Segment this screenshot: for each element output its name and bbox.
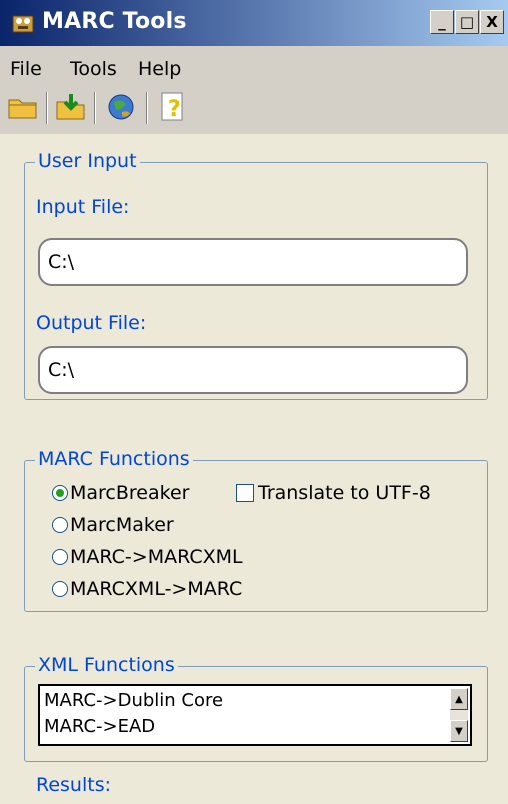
scroll-up-button[interactable]: ▲ [450, 688, 468, 710]
minimize-icon: _ [438, 13, 446, 31]
open-folder-icon[interactable] [6, 90, 40, 124]
toolbar-separator [146, 92, 148, 124]
radio-label: MarcBreaker [70, 482, 190, 504]
close-button[interactable]: X [480, 10, 504, 34]
globe-icon[interactable] [104, 90, 138, 124]
radio-marcxml-to-marc[interactable]: MARCXML->MARC [52, 578, 242, 600]
output-file-value: C:\ [48, 359, 75, 381]
marc-tools-window: MARC Tools _ □ X File Tools Help ? User … [0, 0, 508, 804]
scroll-down-button[interactable]: ▼ [450, 720, 468, 742]
toolbar: ? [0, 84, 508, 134]
arrow-down-icon: ▼ [455, 725, 463, 737]
radio-label: MARCXML->MARC [70, 578, 243, 600]
maximize-button[interactable]: □ [455, 10, 479, 34]
menu-bar: File Tools Help [0, 46, 508, 84]
window-title: MARC Tools [42, 9, 187, 34]
radio-button[interactable] [52, 581, 68, 597]
minimize-button[interactable]: _ [430, 10, 454, 34]
radio-marc-to-marcxml[interactable]: MARC->MARCXML [52, 546, 243, 568]
radio-selected-dot [56, 489, 64, 497]
radio-label: MARC->MARCXML [70, 546, 243, 568]
arrow-up-icon: ▲ [455, 693, 463, 705]
radio-marcbreaker[interactable]: MarcBreaker [52, 482, 189, 504]
listbox-scrollbar[interactable]: ▲ ▼ [450, 688, 468, 742]
input-file-label: Input File: [36, 196, 130, 218]
output-file-label: Output File: [36, 312, 147, 334]
user-input-group-title: User Input [35, 150, 140, 172]
radio-label: MarcMaker [70, 514, 174, 536]
list-item[interactable]: MARC->Dublin Core [44, 690, 223, 711]
xml-functions-group-title: XML Functions [35, 654, 178, 676]
input-file-field[interactable]: C:\ [38, 238, 468, 286]
app-icon [12, 15, 34, 33]
radio-marcmaker[interactable]: MarcMaker [52, 514, 174, 536]
radio-button[interactable] [52, 485, 68, 501]
results-label: Results: [36, 774, 112, 796]
menu-file[interactable]: File [10, 58, 42, 80]
toolbar-separator [94, 92, 96, 124]
marc-functions-group-title: MARC Functions [35, 448, 193, 470]
translate-utf8-checkbox[interactable] [236, 484, 254, 502]
menu-help[interactable]: Help [138, 58, 181, 80]
help-icon[interactable]: ? [156, 90, 190, 124]
translate-utf8-checkbox-row[interactable]: Translate to UTF-8 [236, 482, 431, 504]
close-icon: X [486, 13, 498, 31]
maximize-icon: □ [459, 13, 475, 31]
translate-utf8-label: Translate to UTF-8 [258, 482, 431, 504]
scroll-track[interactable] [450, 710, 468, 720]
menu-tools[interactable]: Tools [70, 58, 117, 80]
svg-text:?: ? [168, 97, 181, 122]
main-content: User Input Input File: C:\ Output File: … [0, 134, 508, 804]
list-item[interactable]: MARC->EAD [44, 716, 155, 737]
radio-button[interactable] [52, 549, 68, 565]
export-icon[interactable] [54, 90, 88, 124]
output-file-field[interactable]: C:\ [38, 346, 468, 394]
title-bar[interactable]: MARC Tools _ □ X [0, 0, 508, 46]
input-file-value: C:\ [48, 251, 75, 273]
toolbar-separator [46, 92, 48, 124]
xml-functions-listbox[interactable]: MARC->Dublin Core MARC->EAD ▲ ▼ [38, 684, 472, 746]
radio-button[interactable] [52, 517, 68, 533]
